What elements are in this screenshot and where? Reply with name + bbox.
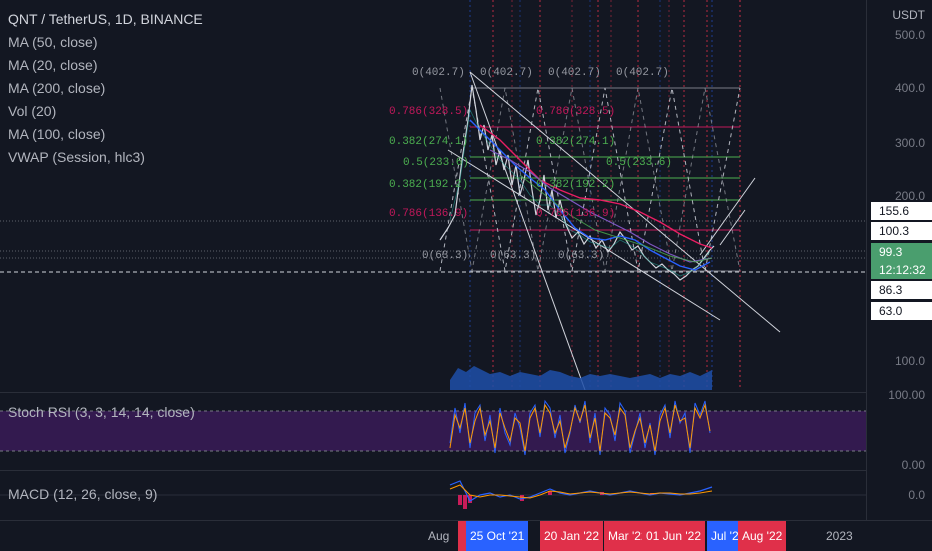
stoch-rsi-pane[interactable]: Stoch RSI (3, 3, 14, 14, close) — [0, 392, 866, 469]
fib-label-bottom: 0(63.3) — [490, 250, 537, 262]
stoch-rsi-label[interactable]: Stoch RSI (3, 3, 14, 14, close) — [8, 401, 195, 424]
price-tag-100: 100.3 — [871, 222, 932, 240]
price-tag-155: 155.6 — [871, 202, 932, 220]
symbol-title[interactable]: QNT / TetherUS, 1D, BINANCE — [8, 8, 203, 31]
price-tag-63: 63.0 — [871, 302, 932, 320]
scale-tick-400: 400.0 — [894, 81, 925, 95]
scale-tick-100: 100.0 — [894, 354, 925, 368]
fib-label-786b: 0.786(136.9) — [389, 208, 469, 220]
scale-tick-500: 500.0 — [894, 28, 925, 42]
indicator-ma50[interactable]: MA (50, close) — [8, 31, 97, 54]
macd-label[interactable]: MACD (12, 26, close, 9) — [8, 483, 157, 506]
fib-label-5: 0.5(233.6) — [606, 157, 673, 169]
price-chart-drawing — [0, 0, 866, 390]
scale-currency: USDT — [892, 8, 925, 22]
indicator-ma20[interactable]: MA (20, close) — [8, 54, 97, 77]
fib-label-top: 0(402.7) — [480, 67, 533, 79]
fib-label-382b: 0.382(192.2) — [389, 179, 469, 191]
stoch-tick-0: 0.00 — [901, 458, 925, 472]
indicator-ma200[interactable]: MA (200, close) — [8, 77, 105, 100]
macd-tick-0: 0.0 — [908, 488, 925, 502]
time-label-aug22: Aug '22 — [738, 521, 787, 551]
scale-tick-200: 200.0 — [894, 189, 925, 203]
stoch-tick-100: 100.00 — [888, 388, 925, 402]
fib-label-786: 0.786(328.5) — [389, 106, 469, 118]
time-label-oct: 25 Oct '21 — [466, 521, 529, 551]
fib-label-786b: 0.786(136.9) — [536, 208, 616, 220]
fib-label-382: 0.382(274.1) — [536, 136, 616, 148]
fib-label-bottom: 0(63.3) — [422, 250, 469, 262]
fib-label-bottom: 0(63.3) — [558, 250, 605, 262]
fib-label-382: 0.382(274.1) — [389, 136, 469, 148]
indicator-ma100[interactable]: MA (100, close) — [8, 123, 105, 146]
fib-label-top: 0(402.7) — [616, 67, 669, 79]
fib-label-382b: 0.382(192.2) — [536, 179, 616, 191]
fib-label-top: 0(402.7) — [412, 67, 465, 79]
fib-label-top: 0(402.7) — [548, 67, 601, 79]
fib-label-786: 0.786(328.5) — [536, 106, 616, 118]
scale-tick-300: 300.0 — [894, 136, 925, 150]
fib-label-5: 0.5(233.6) — [403, 157, 470, 169]
main-chart-pane[interactable]: QNT / TetherUS, 1D, BINANCE MA (50, clos… — [0, 0, 866, 390]
current-price-tag: 99.3 — [871, 243, 932, 261]
time-label-aug: Aug — [428, 529, 450, 543]
price-scale[interactable]: USDT 500.0 400.0 300.0 200.0 155.6 100.3… — [866, 0, 932, 520]
price-tag-86: 86.3 — [871, 281, 932, 299]
time-label-2023: 2023 — [826, 529, 853, 543]
time-axis[interactable]: Aug 25 Oct '21 20 Jan '22 Mar '22 01 Jun… — [0, 520, 932, 551]
time-label-jun: 01 Jun '22 — [642, 521, 706, 551]
indicator-vwap[interactable]: VWAP (Session, hlc3) — [8, 146, 145, 169]
countdown-tag: 12:12:32 — [871, 261, 932, 279]
time-label-jan: 20 Jan '22 — [540, 521, 604, 551]
indicator-vol20[interactable]: Vol (20) — [8, 100, 56, 123]
macd-pane[interactable]: MACD (12, 26, close, 9) — [0, 470, 866, 521]
